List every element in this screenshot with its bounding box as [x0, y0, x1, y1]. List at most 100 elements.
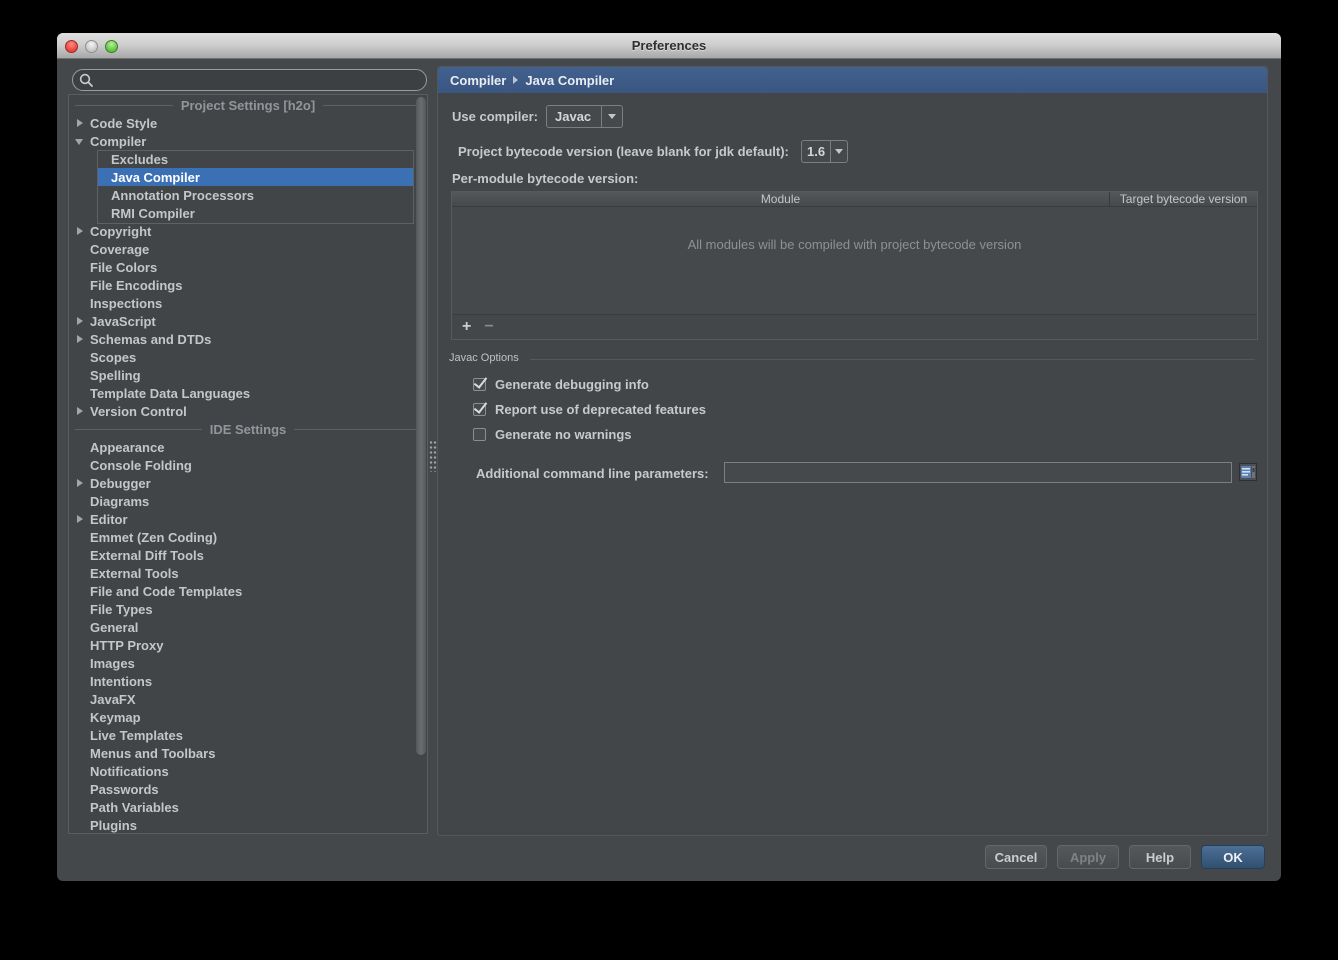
tree-expand-arrow-icon[interactable]: [75, 316, 85, 326]
tree-expand-arrow-icon[interactable]: [75, 244, 85, 254]
checkbox[interactable]: [473, 378, 486, 391]
tree-item[interactable]: Path Variables: [69, 798, 427, 816]
tree-expand-arrow-icon[interactable]: [75, 406, 85, 416]
tree-expand-arrow-icon[interactable]: [75, 676, 85, 686]
tree-expand-arrow-icon[interactable]: [75, 802, 85, 812]
tree-item[interactable]: HTTP Proxy: [69, 636, 427, 654]
search-input[interactable]: [72, 69, 427, 91]
tree-expand-arrow-icon[interactable]: [75, 442, 85, 452]
tree-item[interactable]: Live Templates: [69, 726, 427, 744]
tree-item[interactable]: Inspections: [69, 294, 427, 312]
tree-item[interactable]: Version Control: [69, 402, 427, 420]
tree-item[interactable]: Emmet (Zen Coding): [69, 528, 427, 546]
column-module[interactable]: Module: [452, 192, 1110, 206]
tree-expand-arrow-icon[interactable]: [75, 640, 85, 650]
remove-row-button[interactable]: −: [484, 319, 493, 335]
tree-expand-arrow-icon[interactable]: [75, 478, 85, 488]
tree-item[interactable]: File Colors: [69, 258, 427, 276]
tree-item[interactable]: Intentions: [69, 672, 427, 690]
tree-expand-arrow-icon[interactable]: [75, 370, 85, 380]
tree-item[interactable]: File Types: [69, 600, 427, 618]
title-bar[interactable]: Preferences: [57, 33, 1281, 59]
tree-item[interactable]: Menus and Toolbars: [69, 744, 427, 762]
tree-expand-arrow-icon[interactable]: [75, 514, 85, 524]
tree-item[interactable]: File and Code Templates: [69, 582, 427, 600]
tree-expand-arrow-icon[interactable]: [75, 550, 85, 560]
tree-expand-arrow-icon[interactable]: [75, 352, 85, 362]
tree-item[interactable]: JavaScript: [69, 312, 427, 330]
close-window-icon[interactable]: [65, 40, 78, 53]
tree-item[interactable]: Notifications: [69, 762, 427, 780]
tree-expand-arrow-icon[interactable]: [75, 118, 85, 128]
tree-expand-arrow-icon[interactable]: [75, 748, 85, 758]
tree-item[interactable]: General: [69, 618, 427, 636]
apply-button[interactable]: Apply: [1057, 845, 1119, 869]
tree-item[interactable]: Plugins: [69, 816, 427, 833]
tree-child-item[interactable]: Excludes: [98, 150, 413, 168]
tree-expand-arrow-icon[interactable]: [75, 712, 85, 722]
tree-expand-arrow-icon[interactable]: [75, 334, 85, 344]
tree-item[interactable]: JavaFX: [69, 690, 427, 708]
column-target-bytecode[interactable]: Target bytecode version: [1110, 192, 1257, 206]
additional-params-input[interactable]: [724, 462, 1232, 483]
tree-child-item[interactable]: Annotation Processors: [98, 186, 413, 204]
splitter-drag-handle-icon[interactable]: [429, 440, 437, 472]
tree-expand-arrow-icon[interactable]: [75, 694, 85, 704]
tree-expand-arrow-icon[interactable]: [75, 766, 85, 776]
tree-expand-arrow-icon[interactable]: [75, 460, 85, 470]
tree-item[interactable]: Console Folding: [69, 456, 427, 474]
tree-expand-arrow-icon[interactable]: [75, 658, 85, 668]
settings-tree[interactable]: Project Settings [h2o] Code Style Compil…: [68, 94, 428, 834]
tree-expand-arrow-icon[interactable]: [75, 586, 85, 596]
tree-item[interactable]: Code Style: [69, 114, 427, 132]
tree-expand-arrow-icon[interactable]: [75, 280, 85, 290]
help-button[interactable]: Help: [1129, 845, 1191, 869]
tree-expand-arrow-icon[interactable]: [75, 622, 85, 632]
tree-item[interactable]: Debugger: [69, 474, 427, 492]
tree-item[interactable]: Images: [69, 654, 427, 672]
checkbox[interactable]: [473, 428, 486, 441]
tree-expand-arrow-icon[interactable]: [75, 532, 85, 542]
tree-item[interactable]: Schemas and DTDs: [69, 330, 427, 348]
tree-item[interactable]: Diagrams: [69, 492, 427, 510]
tree-child-item[interactable]: RMI Compiler: [98, 204, 413, 222]
tree-item[interactable]: Spelling: [69, 366, 427, 384]
tree-item[interactable]: External Tools: [69, 564, 427, 582]
tree-expand-arrow-icon[interactable]: [75, 730, 85, 740]
tree-expand-arrow-icon[interactable]: [75, 298, 85, 308]
tree-item[interactable]: Passwords: [69, 780, 427, 798]
chevron-down-icon[interactable]: [830, 141, 847, 162]
tree-item[interactable]: Scopes: [69, 348, 427, 366]
bytecode-version-select[interactable]: 1.6: [801, 140, 848, 163]
tree-expand-arrow-icon[interactable]: [75, 136, 85, 146]
cancel-button[interactable]: Cancel: [985, 845, 1047, 869]
tree-expand-arrow-icon[interactable]: [75, 226, 85, 236]
checkbox-row[interactable]: Generate debugging info: [473, 372, 706, 397]
tree-scrollbar[interactable]: [416, 97, 426, 755]
tree-expand-arrow-icon[interactable]: [75, 388, 85, 398]
checkbox-row[interactable]: Generate no warnings: [473, 422, 706, 447]
tree-expand-arrow-icon[interactable]: [75, 604, 85, 614]
checkbox[interactable]: [473, 403, 486, 416]
zoom-window-icon[interactable]: [105, 40, 118, 53]
tree-item[interactable]: File Encodings: [69, 276, 427, 294]
tree-item[interactable]: Copyright: [69, 222, 427, 240]
use-compiler-select[interactable]: Javac: [546, 105, 623, 128]
tree-item[interactable]: External Diff Tools: [69, 546, 427, 564]
tree-item[interactable]: Editor: [69, 510, 427, 528]
tree-item[interactable]: Compiler: [69, 132, 427, 150]
expand-in-editor-icon[interactable]: [1239, 463, 1257, 481]
tree-item[interactable]: Appearance: [69, 438, 427, 456]
table-header[interactable]: Module Target bytecode version: [452, 192, 1257, 207]
checkbox-row[interactable]: Report use of deprecated features: [473, 397, 706, 422]
tree-expand-arrow-icon[interactable]: [75, 820, 85, 830]
tree-expand-arrow-icon[interactable]: [75, 784, 85, 794]
tree-item[interactable]: Template Data Languages: [69, 384, 427, 402]
chevron-down-icon[interactable]: [601, 106, 622, 127]
tree-expand-arrow-icon[interactable]: [75, 568, 85, 578]
tree-expand-arrow-icon[interactable]: [75, 496, 85, 506]
ok-button[interactable]: OK: [1201, 845, 1265, 869]
tree-expand-arrow-icon[interactable]: [75, 262, 85, 272]
tree-item[interactable]: Keymap: [69, 708, 427, 726]
tree-item[interactable]: Coverage: [69, 240, 427, 258]
